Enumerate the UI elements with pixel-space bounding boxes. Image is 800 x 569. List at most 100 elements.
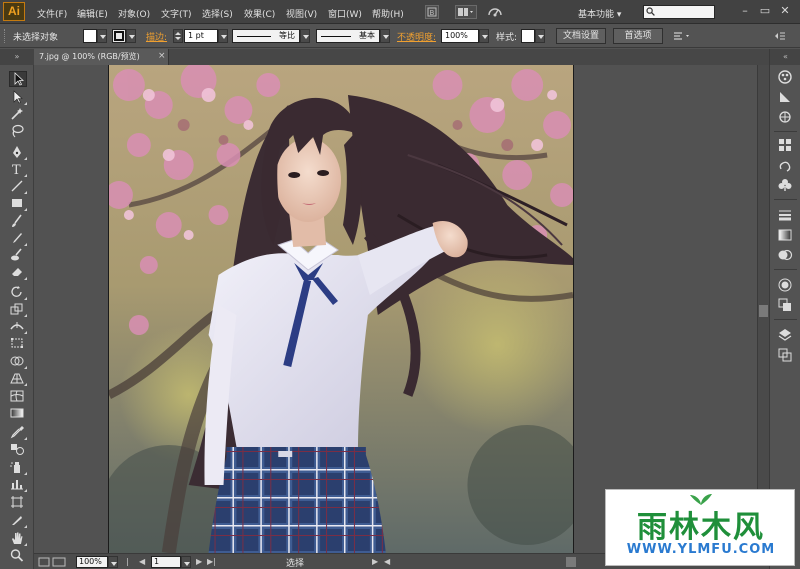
swatches-icon[interactable] [777, 109, 793, 125]
opacity-label[interactable]: 不透明度: [397, 30, 436, 43]
sync-icon[interactable] [486, 4, 504, 23]
menu-help[interactable]: 帮助(H) [372, 7, 404, 20]
symbol-sprayer-tool-icon[interactable] [9, 460, 27, 476]
menu-view[interactable]: 视图(V) [286, 7, 317, 20]
shape-builder-tool-icon[interactable] [9, 354, 27, 370]
artboard-number-field[interactable]: 1 [151, 556, 181, 568]
tab-close-icon[interactable]: × [158, 49, 166, 64]
lasso-tool-icon[interactable] [9, 124, 27, 140]
layers-icon[interactable] [777, 327, 793, 343]
menu-window[interactable]: 窗口(W) [328, 7, 362, 20]
blend-tool-icon[interactable] [9, 442, 27, 458]
maximize-button[interactable]: ▭ [757, 4, 773, 19]
workspace-switcher[interactable]: 基本功能 ▾ [578, 7, 621, 20]
menu-file[interactable]: 文件(F) [37, 7, 67, 20]
minimize-button[interactable]: – [737, 4, 753, 19]
opacity-dropdown[interactable] [479, 29, 489, 43]
grip-handle[interactable] [4, 29, 7, 43]
pen-tool-icon[interactable] [9, 145, 27, 161]
menu-select[interactable]: 选择(S) [202, 7, 233, 20]
direct-selection-tool-icon[interactable] [9, 90, 27, 106]
menu-type[interactable]: 文字(T) [161, 7, 192, 20]
artboard[interactable] [108, 65, 574, 553]
transparency-icon[interactable] [777, 247, 793, 263]
stroke-dropdown[interactable] [126, 29, 136, 43]
first-artboard-icon[interactable]: |◀ [126, 557, 134, 569]
preferences-button[interactable]: 首选项 [613, 28, 663, 44]
gradient-tool-icon[interactable] [9, 406, 27, 422]
brushes-icon[interactable] [777, 157, 793, 173]
menu-object[interactable]: 对象(O) [118, 7, 150, 20]
tools-collapse-button[interactable]: » [0, 49, 34, 65]
paintbrush-tool-icon[interactable] [9, 214, 27, 230]
zoom-field[interactable]: 100% [76, 556, 108, 568]
status-menu-icon[interactable]: ▶ [372, 557, 380, 567]
gradient-panel-icon[interactable] [777, 227, 793, 243]
scroll-left-icon[interactable]: ◀ [384, 557, 392, 567]
artboard-dropdown[interactable] [181, 556, 191, 568]
opacity-field[interactable]: 100% [441, 29, 479, 43]
artboard-tool-icon[interactable] [9, 495, 27, 511]
artboard-navigation-icon[interactable] [38, 556, 68, 569]
selection-tool-icon[interactable] [9, 71, 27, 87]
zoom-tool-icon[interactable] [9, 548, 27, 564]
bridge-icon[interactable]: B [425, 5, 439, 19]
menu-edit[interactable]: 编辑(E) [77, 7, 108, 20]
fill-swatch[interactable] [83, 29, 97, 43]
current-tool-status[interactable]: 选择 [286, 556, 304, 569]
stroke-swatch[interactable] [112, 29, 126, 43]
appearance-icon[interactable] [777, 277, 793, 293]
line-segment-tool-icon[interactable] [9, 179, 27, 195]
artboards-icon[interactable] [777, 347, 793, 363]
canvas[interactable] [34, 65, 757, 553]
color-panel-icon[interactable] [777, 69, 793, 85]
last-artboard-icon[interactable]: ▶| [207, 557, 216, 567]
hand-tool-icon[interactable] [9, 531, 27, 547]
symbols-icon[interactable] [777, 137, 793, 153]
stroke-label[interactable]: 描边: [146, 30, 167, 43]
stroke-weight-field[interactable]: 1 pt [184, 29, 218, 43]
free-transform-tool-icon[interactable] [9, 336, 27, 352]
document-setup-button[interactable]: 文档设置 [556, 28, 606, 44]
horizontal-scroll-thumb[interactable] [566, 557, 576, 567]
pencil-tool-icon[interactable] [9, 231, 27, 247]
brush-definition[interactable]: 基本 [316, 29, 380, 43]
variable-width-dropdown[interactable] [300, 29, 310, 43]
color-guide-icon[interactable] [777, 89, 793, 105]
vertical-scrollbar[interactable] [757, 65, 769, 553]
slice-tool-icon[interactable] [9, 513, 27, 529]
next-artboard-icon[interactable]: ▶ [196, 557, 204, 567]
eraser-tool-icon[interactable] [9, 265, 27, 281]
scale-tool-icon[interactable] [9, 302, 27, 318]
type-tool-icon[interactable]: T [9, 162, 27, 178]
mesh-tool-icon[interactable] [9, 389, 27, 405]
panel-menu-icon[interactable] [774, 31, 786, 44]
rotate-tool-icon[interactable] [9, 285, 27, 301]
eyedropper-tool-icon[interactable] [9, 425, 27, 441]
variable-width-profile[interactable]: 等比 [232, 29, 300, 43]
graphic-style-swatch[interactable] [521, 29, 535, 43]
placed-photo[interactable] [109, 65, 573, 553]
brush-dropdown[interactable] [380, 29, 390, 43]
fill-dropdown[interactable] [97, 29, 107, 43]
magic-wand-tool-icon[interactable] [9, 107, 27, 123]
rectangle-tool-icon[interactable] [9, 196, 27, 212]
arrange-documents-icon[interactable] [455, 5, 477, 19]
arrange-icon[interactable] [672, 30, 692, 45]
blob-brush-tool-icon[interactable] [9, 248, 27, 264]
prev-artboard-icon[interactable]: ◀ [139, 557, 147, 567]
perspective-grid-tool-icon[interactable] [9, 371, 27, 387]
club-symbol-icon[interactable] [777, 177, 793, 193]
vertical-scroll-thumb[interactable] [759, 305, 768, 317]
graphic-style-dropdown[interactable] [535, 29, 545, 43]
column-graph-tool-icon[interactable] [9, 477, 27, 493]
stroke-weight-stepper[interactable] [173, 29, 183, 43]
stroke-weight-dropdown[interactable] [218, 29, 228, 43]
width-tool-icon[interactable] [9, 319, 27, 335]
dock-collapse-button[interactable]: « [770, 49, 800, 65]
menu-effect[interactable]: 效果(C) [244, 7, 275, 20]
zoom-dropdown[interactable] [108, 556, 118, 568]
document-tab[interactable]: 7.jpg @ 100% (RGB/预览) × [34, 49, 169, 65]
graphic-styles-icon[interactable] [777, 297, 793, 313]
stroke-panel-icon[interactable] [777, 207, 793, 223]
